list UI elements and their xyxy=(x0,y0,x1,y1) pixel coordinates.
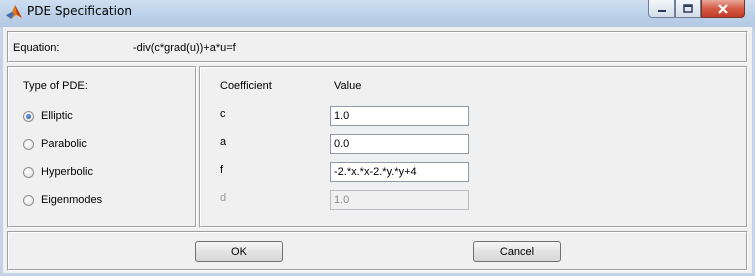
radio-label[interactable]: Parabolic xyxy=(41,138,87,150)
minimize-icon xyxy=(657,9,666,12)
dialog-body: Equation: -div(c*grad(u))+a*u=f Type of … xyxy=(3,27,752,273)
radio-button[interactable] xyxy=(23,195,34,206)
value-column-header: Value xyxy=(334,80,362,92)
coefficient-name-f: f xyxy=(220,164,224,176)
coefficient-f-field[interactable] xyxy=(330,162,469,182)
coefficient-d-field xyxy=(330,190,469,210)
pde-type-panel: Type of PDE: Elliptic Parabolic Hyperbol… xyxy=(7,66,197,228)
coefficient-panel: Coefficient Value c a f d xyxy=(199,66,748,228)
radio-button[interactable] xyxy=(23,167,34,178)
coefficient-column-header: Coefficient xyxy=(220,80,272,92)
maximize-button[interactable] xyxy=(675,0,701,18)
window-title: PDE Specification xyxy=(27,4,132,18)
coefficient-a-field[interactable] xyxy=(330,134,469,154)
maximize-icon xyxy=(683,4,693,13)
matlab-icon xyxy=(6,5,22,19)
coefficient-name-a: a xyxy=(220,136,227,148)
radio-button[interactable] xyxy=(23,111,34,122)
equation-value: -div(c*grad(u))+a*u=f xyxy=(133,42,236,54)
pde-type-heading: Type of PDE: xyxy=(23,80,88,92)
minimize-button[interactable] xyxy=(648,0,675,18)
radio-label[interactable]: Elliptic xyxy=(41,110,73,122)
button-panel: OK Cancel xyxy=(7,231,748,271)
radio-label[interactable]: Hyperbolic xyxy=(41,166,93,178)
ok-button[interactable]: OK xyxy=(195,241,283,262)
cancel-button[interactable]: Cancel xyxy=(473,241,561,262)
close-icon xyxy=(718,3,728,14)
equation-label: Equation: xyxy=(13,42,60,54)
radio-button[interactable] xyxy=(23,139,34,150)
radio-label[interactable]: Eigenmodes xyxy=(41,194,102,206)
equation-panel: Equation: -div(c*grad(u))+a*u=f xyxy=(7,31,748,63)
coefficient-name-c: c xyxy=(220,108,226,120)
title-bar[interactable]: PDE Specification xyxy=(0,0,755,27)
coefficient-c-field[interactable] xyxy=(330,106,469,126)
coefficient-name-d: d xyxy=(220,192,227,204)
close-button[interactable] xyxy=(701,0,745,18)
